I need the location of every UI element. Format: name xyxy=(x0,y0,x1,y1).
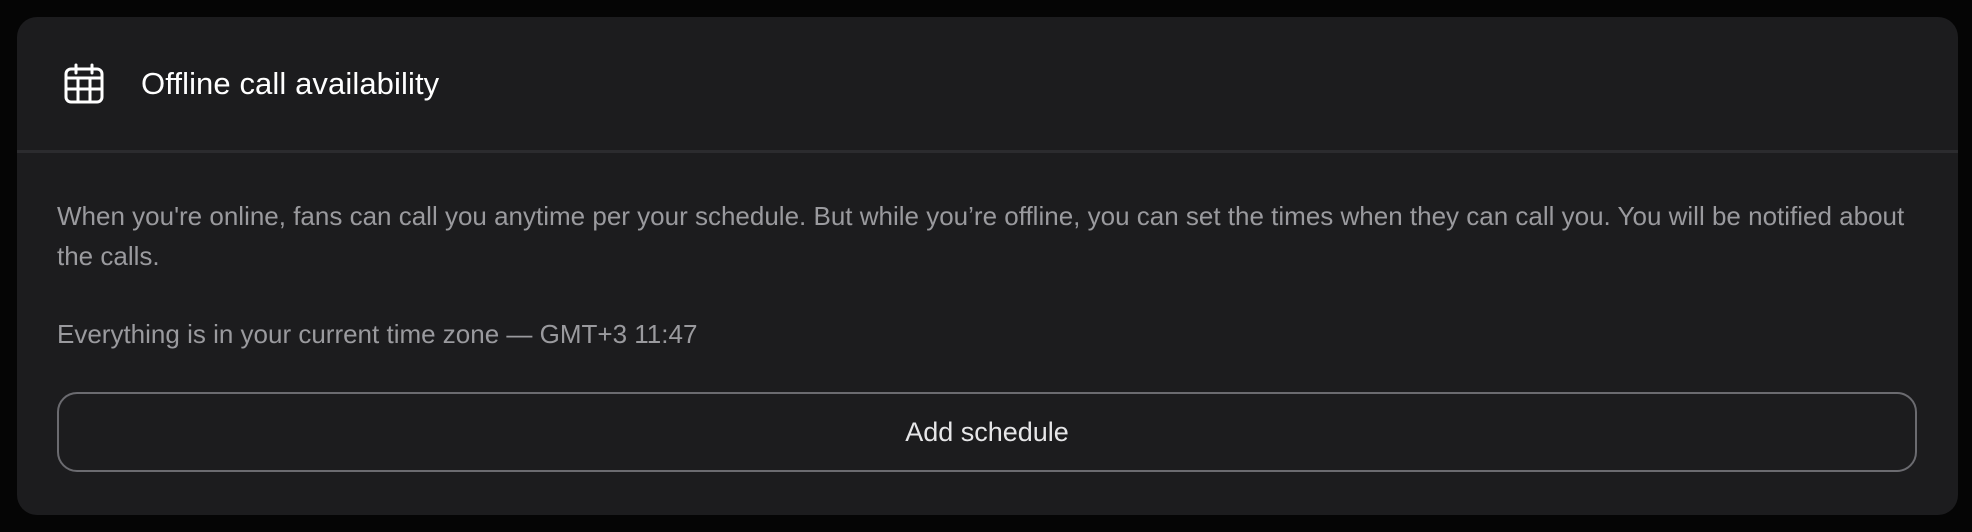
offline-availability-card: Offline call availability When you're on… xyxy=(17,17,1958,515)
timezone-note: Everything is in your current time zone … xyxy=(57,319,698,349)
card-body: When you're online, fans can call you an… xyxy=(17,196,1958,472)
card-header: Offline call availability xyxy=(17,17,1958,153)
availability-description: When you're online, fans can call you an… xyxy=(57,201,1905,271)
card-title: Offline call availability xyxy=(141,65,440,101)
add-schedule-button[interactable]: Add schedule xyxy=(57,392,1917,472)
calendar-icon xyxy=(63,63,105,105)
